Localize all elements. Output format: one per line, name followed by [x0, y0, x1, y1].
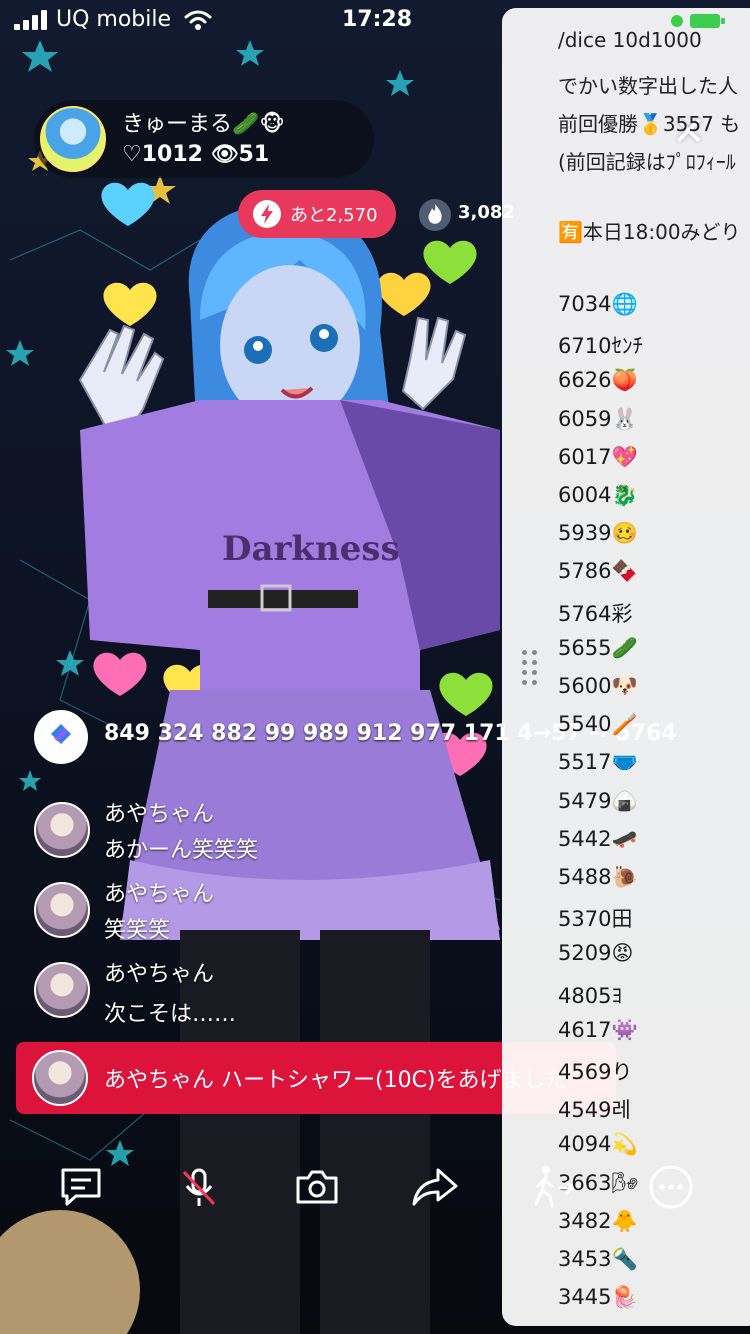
host-avatar[interactable]: [40, 106, 106, 172]
score-row: 6004🐉: [558, 483, 638, 507]
goal-pill[interactable]: あと2,570: [238, 190, 396, 238]
svg-text:Darkness: Darkness: [222, 529, 400, 569]
panel-line: (前回記録はﾌﾟﾛﾌｨｰﾙ: [558, 150, 736, 174]
score-row: 3482🐥: [558, 1208, 638, 1233]
camera-icon: [296, 1170, 338, 1204]
panel-line: 🈶本日18:00みどり: [558, 220, 741, 244]
score-row: 3445🪼: [558, 1285, 638, 1310]
score-row: 5655🥒: [558, 635, 638, 660]
system-bot-icon: [34, 710, 88, 764]
bolt-icon: [253, 200, 281, 228]
clock: 17:28: [342, 7, 413, 32]
chat-message: 次こそは……: [104, 1002, 237, 1027]
score-row: 5488🐌: [558, 865, 638, 889]
score-row: 5786🍫: [558, 559, 638, 584]
panel-line: でかい数字出した人: [558, 74, 738, 98]
share-icon: [412, 1168, 458, 1206]
score-row: 4094💫: [558, 1132, 638, 1157]
score-row: 5442🛹: [558, 826, 638, 851]
score-row: 5939🥴: [558, 521, 638, 546]
walk-icon: [534, 1166, 575, 1208]
drag-handle[interactable]: [520, 648, 542, 688]
chat-message: あかーん笑笑笑: [104, 838, 259, 863]
score-row: 5370田: [558, 907, 633, 932]
status-bar: UQ mobile 17:28: [0, 0, 750, 40]
carrier-label: UQ mobile: [56, 7, 172, 32]
chat-username[interactable]: あやちゃん: [104, 796, 214, 828]
score-row: 5517🩲: [558, 750, 638, 775]
score-row: 5479🍙: [558, 788, 638, 813]
score-row: 5540🪥: [558, 712, 638, 737]
chat-username[interactable]: あやちゃん: [104, 956, 214, 988]
score-row: 4569り: [558, 1060, 633, 1084]
chat-message: 笑笑笑: [104, 918, 171, 943]
score-row: 7034🌐: [558, 292, 638, 316]
more-button[interactable]: [646, 1162, 696, 1212]
goal-label: あと2,570: [290, 205, 378, 226]
dice-scoreboard-panel[interactable]: ✕ /dice 10d1000 でかい数字出した人 前回優勝🥇3557 も (前…: [502, 8, 750, 1326]
flame-icon: [419, 199, 451, 231]
host-profile-card[interactable]: きゅーまる🥒🐵 ♡1012 👁51: [34, 100, 374, 178]
score-row: 4805ﾖ: [558, 983, 622, 1008]
score-row: 6059🐰: [558, 406, 638, 431]
score-row: 5764彩: [558, 601, 633, 626]
score-row: 3453🔦: [558, 1247, 638, 1271]
chat-avatar[interactable]: [34, 882, 90, 938]
signal-icon: [14, 10, 48, 30]
comment-button[interactable]: [56, 1162, 106, 1212]
score-row: 5600🐶: [558, 674, 638, 698]
score-row: 4617👾: [558, 1017, 638, 1042]
gift-sender-avatar[interactable]: [32, 1050, 88, 1106]
mic-muted-button[interactable]: [174, 1162, 224, 1212]
score-row: 4549레: [558, 1098, 631, 1123]
chat-avatar[interactable]: [34, 962, 90, 1018]
more-icon: [649, 1165, 693, 1209]
host-name: きゅーまる🥒🐵: [122, 112, 285, 137]
comment-icon: [61, 1168, 101, 1206]
chat-username[interactable]: あやちゃん: [104, 876, 214, 908]
host-stats: ♡1012 👁51: [122, 142, 270, 167]
score-row: 6710ｾﾝﾁ: [558, 334, 643, 359]
camera-button[interactable]: [292, 1162, 342, 1212]
score-row: 6626🍑: [558, 368, 638, 393]
walk-button[interactable]: [528, 1162, 578, 1212]
chat-avatar[interactable]: [34, 802, 90, 858]
share-button[interactable]: [410, 1162, 460, 1212]
gift-text: あやちゃん ハートシャワー(10C)をあげました: [104, 1068, 568, 1093]
score-row: 5209😡: [558, 941, 634, 966]
wifi-icon: [184, 10, 212, 30]
panel-line: 前回優勝🥇3557 も: [558, 112, 741, 136]
score-row: 6017💖: [558, 444, 638, 469]
mic-muted-icon: [182, 1168, 216, 1206]
